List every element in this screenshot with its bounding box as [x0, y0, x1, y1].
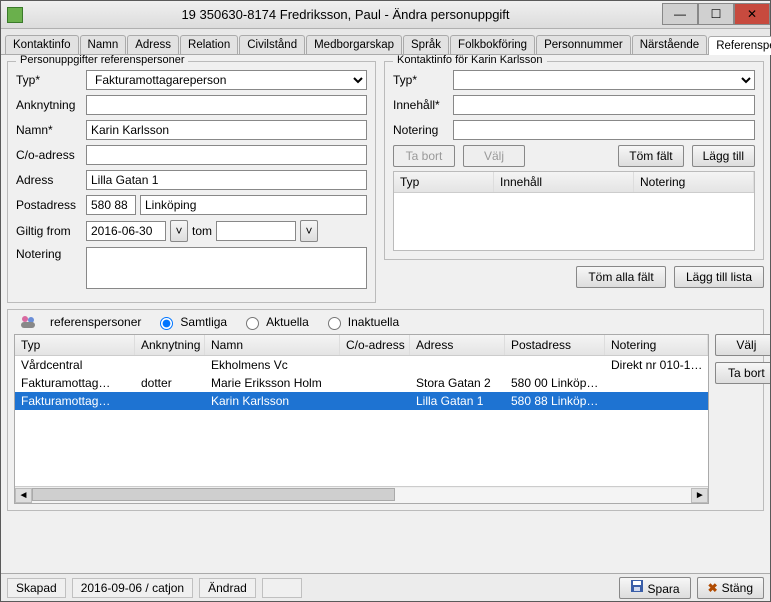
app-icon: [7, 7, 23, 23]
andrad-label: Ändrad: [199, 578, 256, 598]
col-adress: Adress: [410, 335, 505, 355]
referenspersoner-group: referenspersoner Samtliga Aktuella Inakt…: [7, 309, 764, 511]
tab-språk[interactable]: Språk: [403, 35, 449, 54]
typ-select[interactable]: Fakturamottagareperson: [86, 70, 367, 90]
kontakt-legend: Kontaktinfo för Karin Karlsson: [393, 55, 547, 66]
titlebar: 19 350630-8174 Fredriksson, Paul - Ändra…: [1, 1, 770, 29]
co-input[interactable]: [86, 145, 367, 165]
grid-hscrollbar[interactable]: ◄ ►: [15, 486, 708, 503]
k-laggtill-button[interactable]: Lägg till: [692, 145, 755, 167]
tab-namn[interactable]: Namn: [80, 35, 127, 54]
people-icon: [20, 314, 36, 330]
skapad-label: Skapad: [7, 578, 66, 598]
giltigtom-input[interactable]: [216, 221, 296, 241]
app-window: 19 350630-8174 Fredriksson, Paul - Ändra…: [0, 0, 771, 602]
k-notering-label: Notering: [393, 123, 449, 137]
col-typ: Typ: [15, 335, 135, 355]
tab-personnummer[interactable]: Personnummer: [536, 35, 631, 54]
adress-input[interactable]: [86, 170, 367, 190]
k-typ-select[interactable]: [453, 70, 755, 90]
typ-label: Typ*: [16, 73, 82, 87]
filter-aktuella[interactable]: Aktuella: [241, 314, 309, 330]
tab-civilstånd[interactable]: Civilstånd: [239, 35, 305, 54]
postort-input[interactable]: [140, 195, 367, 215]
giltigfrom-picker[interactable]: ˅: [170, 220, 188, 242]
spara-button[interactable]: Spara: [619, 577, 691, 599]
tab-folkbokföring[interactable]: Folkbokföring: [450, 35, 535, 54]
kcol-innehall: Innehåll: [494, 172, 634, 192]
kontakt-table[interactable]: Typ Innehåll Notering: [393, 171, 755, 251]
tab-närstående[interactable]: Närstående: [632, 35, 707, 54]
personuppgifter-group: Personuppgifter referenspersoner Typ* Fa…: [7, 61, 376, 303]
tab-strip: KontaktinfoNamnAdressRelationCivilståndM…: [1, 29, 770, 55]
k-valj-button[interactable]: Välj: [463, 145, 525, 167]
notering-input[interactable]: [86, 247, 367, 289]
kontaktinfo-group: Kontaktinfo för Karin Karlsson Typ* Inne…: [384, 61, 764, 260]
scroll-right-icon[interactable]: ►: [691, 488, 708, 503]
anknytning-input[interactable]: [86, 95, 367, 115]
minimize-button[interactable]: —: [662, 3, 698, 25]
table-row[interactable]: Fakturamottag…dotterMarie Eriksson HolmS…: [15, 374, 708, 392]
referens-grid[interactable]: Typ Anknytning Namn C/o-adress Adress Po…: [14, 334, 709, 504]
tab-kontaktinfo[interactable]: Kontaktinfo: [5, 35, 79, 54]
postnr-input[interactable]: [86, 195, 136, 215]
maximize-button[interactable]: ☐: [698, 3, 734, 25]
k-innehall-input[interactable]: [453, 95, 755, 115]
k-tabort-button[interactable]: Ta bort: [393, 145, 455, 167]
co-label: C/o-adress: [16, 148, 82, 162]
save-icon: [630, 579, 644, 593]
namn-input[interactable]: [86, 120, 367, 140]
list-tabort-button[interactable]: Ta bort: [715, 362, 770, 384]
tab-relation[interactable]: Relation: [180, 35, 238, 54]
tab-referensperson[interactable]: Referensperson: [708, 36, 771, 55]
k-tomfalt-button[interactable]: Töm fält: [618, 145, 683, 167]
col-namn: Namn: [205, 335, 340, 355]
notering-label: Notering: [16, 247, 82, 261]
k-typ-label: Typ*: [393, 73, 449, 87]
filter-samtliga[interactable]: Samtliga: [155, 314, 227, 330]
stang-button[interactable]: ✖Stäng: [697, 577, 764, 599]
andrad-value: [262, 578, 302, 598]
k-notering-input[interactable]: [453, 120, 755, 140]
col-anknytning: Anknytning: [135, 335, 205, 355]
table-row[interactable]: Fakturamottag…Karin KarlssonLilla Gatan …: [15, 392, 708, 410]
col-postadress: Postadress: [505, 335, 605, 355]
giltigfrom-label: Giltig from: [16, 224, 82, 238]
tab-content: Personuppgifter referenspersoner Typ* Fa…: [1, 55, 770, 573]
adress-label: Adress: [16, 173, 82, 187]
postadress-label: Postadress: [16, 198, 82, 212]
tab-medborgarskap[interactable]: Medborgarskap: [306, 35, 402, 54]
kcol-notering: Notering: [634, 172, 754, 192]
close-button[interactable]: ✕: [734, 3, 770, 25]
giltigtom-picker[interactable]: ˅: [300, 220, 318, 242]
k-innehall-label: Innehåll*: [393, 98, 449, 112]
close-icon: ✖: [708, 581, 718, 595]
col-co: C/o-adress: [340, 335, 410, 355]
referens-title: referenspersoner: [50, 315, 141, 329]
lagg-till-lista-button[interactable]: Lägg till lista: [674, 266, 764, 288]
kcol-typ: Typ: [394, 172, 494, 192]
filter-inaktuella[interactable]: Inaktuella: [323, 314, 399, 330]
window-title: 19 350630-8174 Fredriksson, Paul - Ändra…: [29, 7, 662, 22]
namn-label: Namn*: [16, 123, 82, 137]
skapad-value: 2016-09-06 / catjon: [72, 578, 193, 598]
tom-label: tom: [192, 224, 212, 238]
anknytning-label: Anknytning: [16, 98, 82, 112]
tom-alla-falt-button[interactable]: Töm alla fält: [576, 266, 666, 288]
list-valj-button[interactable]: Välj: [715, 334, 770, 356]
table-row[interactable]: VårdcentralEkholmens VcDirekt nr 010-1…: [15, 356, 708, 374]
scroll-left-icon[interactable]: ◄: [15, 488, 32, 503]
giltigfrom-input[interactable]: [86, 221, 166, 241]
group-legend: Personuppgifter referenspersoner: [16, 55, 188, 66]
statusbar: Skapad 2016-09-06 / catjon Ändrad Spara …: [1, 573, 770, 601]
tab-adress[interactable]: Adress: [127, 35, 179, 54]
col-notering: Notering: [605, 335, 708, 355]
